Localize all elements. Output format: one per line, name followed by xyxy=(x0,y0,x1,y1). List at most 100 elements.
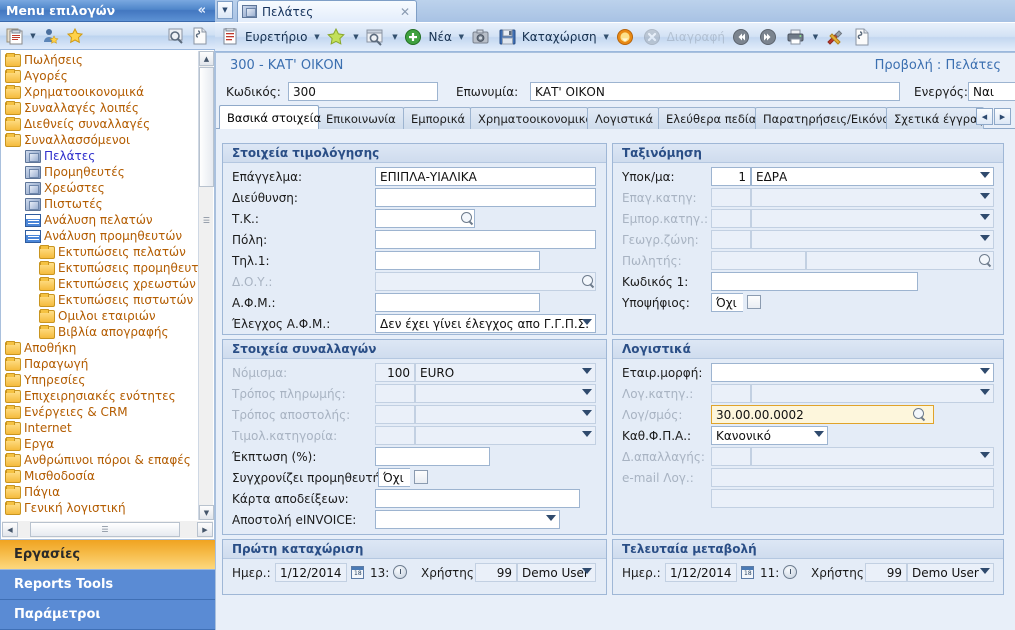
chevron-down-icon[interactable] xyxy=(582,410,592,416)
chevron-double-left-icon[interactable]: « xyxy=(198,3,209,18)
input-last-change-date[interactable]: 1/12/2014 xyxy=(665,563,737,582)
toolbar-button-print[interactable] xyxy=(783,25,809,49)
tree-item[interactable]: Εργα xyxy=(3,436,198,452)
vscroll-thumb[interactable] xyxy=(199,67,214,187)
hscroll-track[interactable]: ☰ xyxy=(18,522,197,537)
input-payment-method-code[interactable] xyxy=(375,384,415,403)
select-geographic-zone[interactable] xyxy=(751,230,994,249)
chevron-down-icon[interactable] xyxy=(980,568,990,574)
tree-item[interactable]: Ενέργειες & CRM xyxy=(3,404,198,420)
chevron-down-icon[interactable]: ▼ xyxy=(217,1,233,19)
input-branch-code[interactable]: 1 xyxy=(711,167,751,186)
input-exemption-code[interactable] xyxy=(711,447,751,466)
input-geographic-zone-code[interactable] xyxy=(711,230,751,249)
calendar-icon[interactable] xyxy=(351,566,364,579)
toolbar-button-previous[interactable] xyxy=(729,25,755,49)
input-vat-number[interactable] xyxy=(375,293,540,312)
toolbar-button-copy[interactable] xyxy=(468,25,494,49)
select-vat-status[interactable]: Κανονικό xyxy=(711,426,828,445)
toolbar-button-save[interactable]: Καταχώριση xyxy=(495,25,600,49)
toolbar-button-index[interactable]: Ευρετήριο xyxy=(218,25,310,49)
chevron-down-icon[interactable] xyxy=(980,368,990,374)
name-input[interactable]: ΚΑΤ' ΟΙΚΟΝ xyxy=(530,82,900,101)
input-discount[interactable] xyxy=(375,447,490,466)
menu-tree[interactable]: Πωλήσεις Αγορές Χρηματοοικονομικά Συναλλαγέ… xyxy=(1,50,198,521)
chevron-down-icon[interactable] xyxy=(546,515,556,521)
index-dropdown-caret[interactable]: ▼ xyxy=(311,33,322,41)
close-icon[interactable]: ✕ xyxy=(398,5,412,19)
tab-7[interactable]: Σχετικά έγγραφα xyxy=(886,107,993,129)
prospect-checkbox[interactable] xyxy=(747,295,761,309)
toolbar-button-refresh[interactable] xyxy=(613,25,639,49)
clipboard-icon[interactable] xyxy=(4,25,26,47)
tree-item[interactable]: Αποθήκη xyxy=(3,340,198,356)
tree-item[interactable]: Συναλλασσόμενοι xyxy=(3,132,198,148)
search-icon[interactable] xyxy=(461,212,474,225)
select-einvoice[interactable] xyxy=(375,510,560,529)
star-icon[interactable] xyxy=(64,25,86,47)
input-receipt-card[interactable] xyxy=(375,489,580,508)
tree-item[interactable]: Εκτυπώσεις πελατών xyxy=(3,244,198,260)
scroll-right-arrow[interactable]: ▶ xyxy=(197,522,213,537)
tree-item[interactable]: Διεθνείς συναλλαγές xyxy=(3,116,198,132)
toolbar-button-next[interactable] xyxy=(756,25,782,49)
toolbar-button-note[interactable] xyxy=(849,25,875,49)
tree-item[interactable]: Πελάτες xyxy=(3,148,198,164)
input-profession-category-code[interactable] xyxy=(711,188,751,207)
chevron-down-icon[interactable] xyxy=(814,431,824,437)
sync-supplier-checkbox[interactable] xyxy=(414,470,428,484)
clock-icon[interactable] xyxy=(783,565,797,579)
input-salesperson-name[interactable] xyxy=(806,251,994,270)
chevron-down-icon[interactable] xyxy=(582,568,592,574)
search-icon[interactable] xyxy=(913,408,926,421)
input-city[interactable] xyxy=(375,230,596,249)
chevron-down-icon[interactable] xyxy=(980,193,990,199)
clock-icon[interactable] xyxy=(393,565,407,579)
select-first-entry-user[interactable]: Demo User xyxy=(517,563,596,582)
active-value[interactable]: Ναι xyxy=(968,82,1015,101)
tab-next-button[interactable]: ▶ xyxy=(994,108,1011,125)
chevron-down-icon[interactable] xyxy=(582,368,592,374)
tree-item[interactable]: Μισθοδοσία xyxy=(3,468,198,484)
select-invoice-category[interactable] xyxy=(415,426,596,445)
input-accounting-email[interactable] xyxy=(711,468,994,487)
tree-item[interactable]: Εκτυπώσεις προμηθευτών xyxy=(3,260,198,276)
tree-item[interactable]: Ανθρώπινοι πόροι & επαφές xyxy=(3,452,198,468)
toolbar-button-search-window[interactable] xyxy=(362,25,388,49)
select-profession-category[interactable] xyxy=(751,188,994,207)
select-exemption[interactable] xyxy=(751,447,994,466)
search-icon[interactable] xyxy=(582,275,595,288)
chevron-down-icon[interactable] xyxy=(582,389,592,395)
code-input[interactable]: 300 xyxy=(288,82,438,101)
sidebar-section-button[interactable]: Εργασίες xyxy=(0,540,215,570)
input-invoice-category-code[interactable] xyxy=(375,426,415,445)
favorites-dropdown-caret[interactable]: ▼ xyxy=(350,33,361,41)
tree-item[interactable]: Ανάλυση πελατών xyxy=(3,212,198,228)
tree-item[interactable]: Προμηθευτές xyxy=(3,164,198,180)
tree-item[interactable]: Εκτυπώσεις χρεωστών xyxy=(3,276,198,292)
select-commercial-category[interactable] xyxy=(751,209,994,228)
tree-item[interactable]: Πάγια xyxy=(3,484,198,500)
tree-item[interactable]: Εκτυπώσεις πιστωτών xyxy=(3,292,198,308)
input-code1[interactable] xyxy=(711,272,918,291)
chevron-down-icon[interactable] xyxy=(582,431,592,437)
tree-vertical-scrollbar[interactable]: ▲ ☰ ▼ xyxy=(198,51,214,520)
input-shipping-method-code[interactable] xyxy=(375,405,415,424)
input-last-change-user-code[interactable]: 99 xyxy=(865,563,907,582)
tree-item[interactable]: Ομιλοι εταιριών xyxy=(3,308,198,324)
search-preview-icon[interactable] xyxy=(165,25,187,47)
user-favorite-icon[interactable] xyxy=(40,25,62,47)
tab-0[interactable]: Βασικά στοιχεία xyxy=(219,105,321,129)
document-tab-customers[interactable]: Πελάτες ✕ xyxy=(237,0,417,22)
new-dropdown-caret[interactable]: ▼ xyxy=(456,33,467,41)
tree-item[interactable]: Επιχειρησιακές ενότητες xyxy=(3,388,198,404)
tree-item[interactable]: Ανάλυση προμηθευτών xyxy=(3,228,198,244)
chevron-down-icon[interactable] xyxy=(980,235,990,241)
tab-6[interactable]: Παρατηρήσεις/Εικόνα xyxy=(755,107,890,129)
input-postal-code[interactable] xyxy=(375,209,475,228)
tree-horizontal-scrollbar[interactable]: ◀ ☰ ▶ xyxy=(2,521,213,538)
scroll-up-arrow[interactable]: ▲ xyxy=(199,51,214,66)
input-accounting-category-code[interactable] xyxy=(711,384,751,403)
tree-item[interactable]: Πιστωτές xyxy=(3,196,198,212)
select-last-change-user[interactable]: Demo User xyxy=(907,563,994,582)
